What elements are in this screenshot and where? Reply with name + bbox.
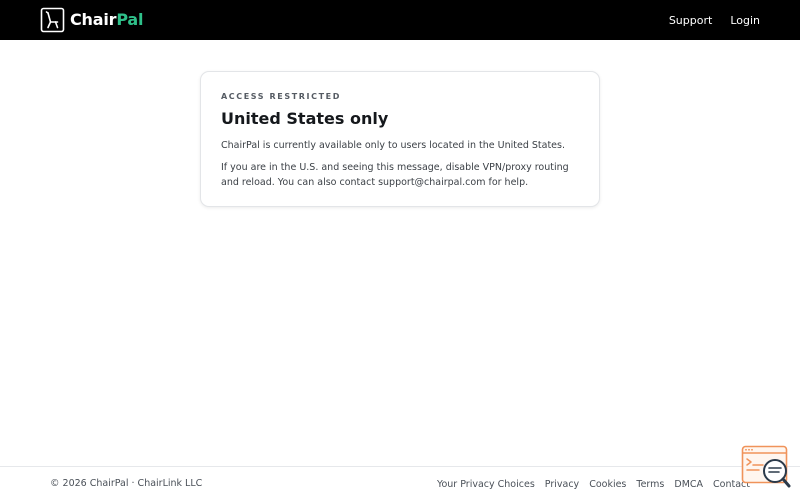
footer-link-terms[interactable]: Terms — [636, 479, 664, 490]
brand-name: ChairPal — [70, 7, 143, 33]
footer-link-privacy-choices[interactable]: Your Privacy Choices — [437, 479, 535, 490]
footer-link-privacy[interactable]: Privacy — [545, 479, 579, 490]
nav-login-link[interactable]: Login — [730, 14, 760, 27]
card-message-vpn-help: If you are in the U.S. and seeing this m… — [221, 162, 569, 188]
brand-name-part2: Pal — [116, 10, 144, 29]
access-restricted-card: ACCESS RESTRICTED United States only Cha… — [200, 71, 600, 207]
card-title: United States only — [221, 109, 389, 128]
card-message-availability: ChairPal is currently available only to … — [221, 140, 565, 151]
footer-copyright: © 2026 ChairPal · ChairLink LLC — [50, 478, 203, 489]
footer-link-dmca[interactable]: DMCA — [674, 479, 703, 490]
card-eyebrow: ACCESS RESTRICTED — [221, 92, 341, 101]
top-navbar: ChairPal Support Login — [0, 0, 800, 40]
footer-link-cookies[interactable]: Cookies — [589, 479, 626, 490]
page-footer: © 2026 ChairPal · ChairLink LLC Your Pri… — [0, 466, 800, 500]
search-chat-icon — [741, 445, 791, 488]
chair-icon — [40, 7, 65, 33]
footer-links: Your Privacy Choices Privacy Cookies Ter… — [427, 479, 750, 490]
floating-help-widget[interactable] — [741, 445, 792, 490]
nav-support-link[interactable]: Support — [669, 14, 712, 27]
brand-logo-link[interactable]: ChairPal — [40, 7, 143, 33]
header-nav: Support Login — [651, 0, 760, 40]
brand-name-part1: Chair — [70, 10, 117, 29]
